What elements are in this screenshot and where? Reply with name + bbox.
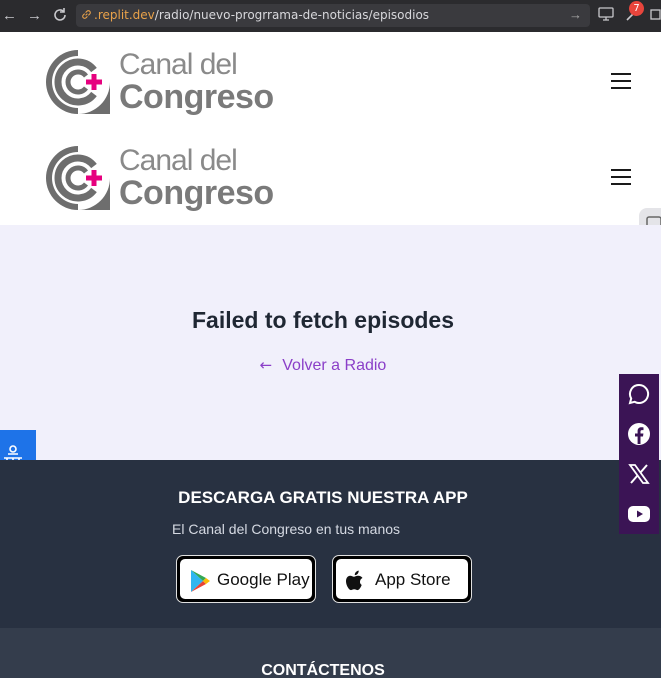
google-play-button[interactable]: Google Play	[176, 555, 316, 603]
logo-line1: Canal del	[119, 48, 238, 81]
reload-icon[interactable]	[52, 7, 68, 23]
logo-mark-icon	[46, 50, 110, 114]
app-download-subtitle: El Canal del Congreso en tus manos	[172, 521, 401, 537]
forward-arrow-icon[interactable]: →	[27, 6, 42, 26]
logo-line2: Congreso	[119, 174, 274, 212]
logo-mark-icon	[46, 146, 110, 210]
main-content: Failed to fetch episodes ← Volver a Radio	[0, 225, 661, 460]
back-link-label: Volver a Radio	[282, 357, 387, 374]
canal-congreso-logo[interactable]: Canal del Congreso	[42, 142, 282, 214]
notification-badge: 7	[629, 1, 644, 16]
contact-title: CONTÁCTENOS	[261, 662, 385, 678]
youtube-icon[interactable]	[627, 502, 651, 526]
address-url: .replit.dev/radio/nuevo-progrrama-de-not…	[94, 8, 430, 22]
error-message: Failed to fetch episodes	[192, 307, 454, 333]
app-download-title: DESCARGA GRATIS NUESTRA APP	[178, 488, 468, 507]
back-to-radio-link[interactable]: ← Volver a Radio	[0, 356, 646, 375]
menu-icon[interactable]	[611, 169, 631, 185]
external-icon[interactable]	[650, 7, 661, 21]
site-header: Canal del Congreso	[0, 33, 661, 129]
apple-icon	[346, 570, 363, 591]
back-arrow-icon[interactable]: ←	[2, 6, 17, 26]
x-icon[interactable]	[627, 462, 651, 486]
monitor-icon[interactable]	[598, 7, 614, 21]
google-play-icon	[191, 570, 210, 592]
contact-section: CONTÁCTENOS	[0, 628, 661, 678]
logo-line2: Congreso	[119, 78, 274, 116]
app-store-label: App Store	[375, 570, 451, 589]
facebook-icon[interactable]	[627, 422, 651, 446]
link-icon	[82, 10, 91, 19]
browser-toolbar: ← → .replit.dev/radio/nuevo-progrrama-de…	[0, 0, 661, 32]
arrow-left-icon: ←	[259, 356, 273, 374]
canal-congreso-logo[interactable]: Canal del Congreso	[42, 46, 282, 118]
app-download-section: DESCARGA GRATIS NUESTRA APP El Canal del…	[0, 460, 661, 628]
app-store-button[interactable]: App Store	[332, 555, 472, 603]
menu-icon[interactable]	[611, 73, 631, 89]
whatsapp-icon[interactable]	[627, 382, 651, 406]
site-header-duplicate: Canal del Congreso	[0, 129, 661, 225]
google-play-label: Google Play	[217, 570, 310, 589]
social-sidebar	[619, 374, 659, 534]
address-bar[interactable]: .replit.dev/radio/nuevo-progrrama-de-not…	[76, 4, 590, 27]
go-arrow-icon[interactable]: →	[569, 7, 582, 22]
logo-line1: Canal del	[119, 144, 238, 177]
